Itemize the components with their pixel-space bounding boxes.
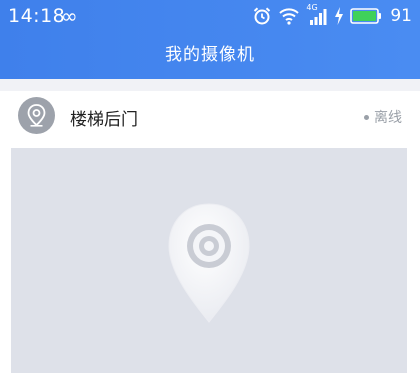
loop-icon: ∞: [61, 4, 78, 28]
charging-icon: [334, 6, 344, 26]
page-title: 我的摄像机: [165, 45, 255, 65]
wifi-icon: [278, 6, 300, 26]
camera-placeholder-icon: [168, 203, 250, 323]
location-pin-icon: [18, 97, 55, 134]
alarm-icon: [252, 6, 272, 26]
camera-card-header: 楼梯后门 离线: [0, 91, 420, 142]
signal-4g-icon: 4G: [306, 3, 328, 26]
camera-status-label: 离线: [374, 110, 402, 126]
battery-icon: [350, 7, 382, 25]
status-dot-icon: [364, 114, 369, 120]
battery-level: 91: [390, 6, 412, 26]
camera-name: 楼梯后门: [70, 110, 138, 130]
app-header: 14:18 ∞ 4G 91 我的摄像机: [0, 0, 420, 79]
camera-preview[interactable]: [11, 148, 407, 373]
status-icons: 4G 91: [252, 3, 412, 27]
status-time: 14:18: [8, 5, 66, 27]
status-bar: 14:18 ∞ 4G 91: [0, 0, 420, 32]
camera-status: 离线: [364, 107, 402, 127]
camera-card[interactable]: 楼梯后门 离线: [0, 91, 420, 377]
